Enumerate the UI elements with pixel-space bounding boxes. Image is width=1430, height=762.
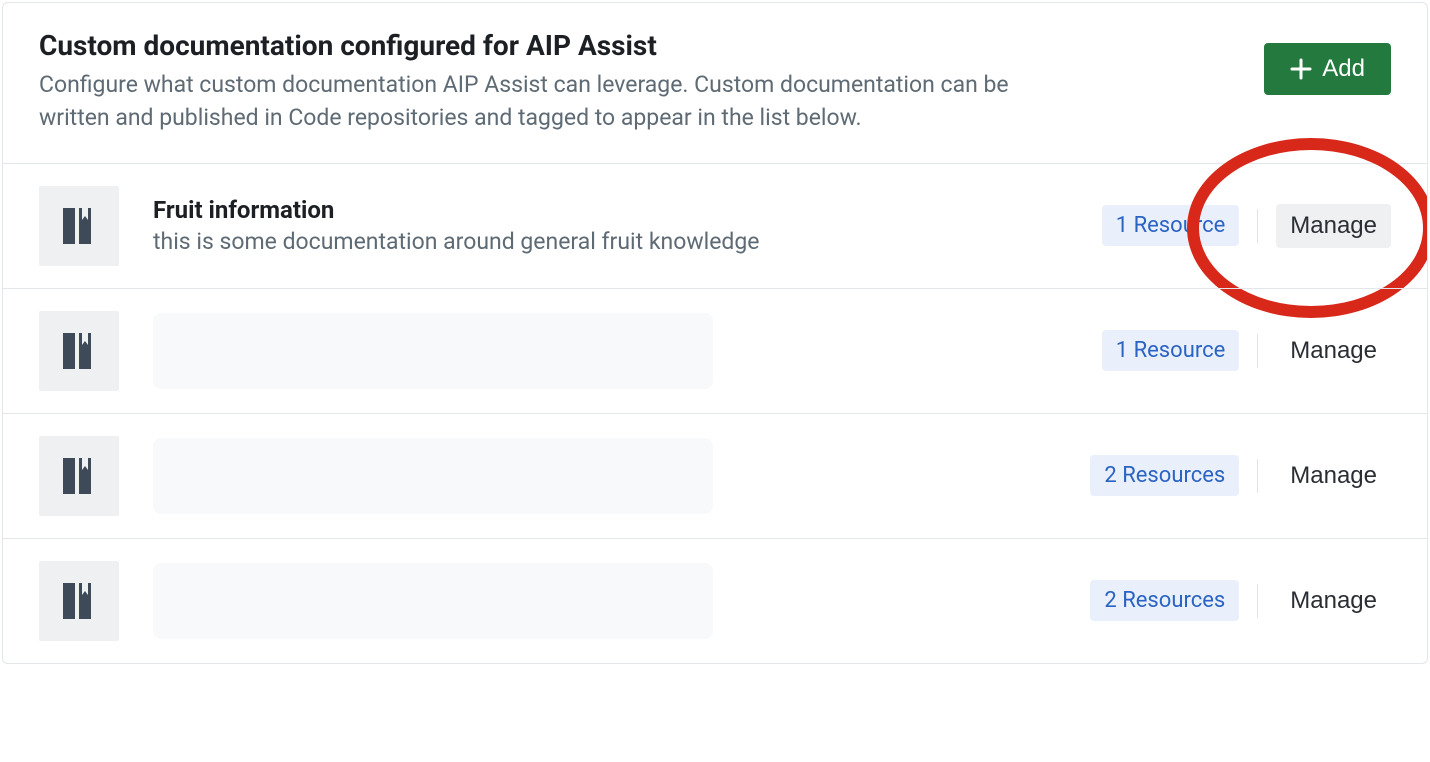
- manage-button[interactable]: Manage: [1276, 329, 1391, 373]
- vertical-divider: [1257, 584, 1258, 618]
- redacted-placeholder: [153, 438, 713, 514]
- row-body: [153, 313, 1102, 389]
- list-item: 2 Resources Manage: [3, 538, 1427, 663]
- row-actions: 2 Resources Manage: [1090, 579, 1391, 623]
- panel-header-text: Custom documentation configured for AIP …: [39, 29, 1039, 135]
- manage-button[interactable]: Manage: [1276, 579, 1391, 623]
- resource-count-chip[interactable]: 1 Resource: [1102, 330, 1240, 371]
- row-title: Fruit information: [153, 196, 1102, 224]
- add-button-label: Add: [1322, 55, 1365, 83]
- vertical-divider: [1257, 459, 1258, 493]
- row-actions: 1 Resource Manage: [1102, 329, 1391, 373]
- list-item: 1 Resource Manage: [3, 288, 1427, 413]
- book-icon: [39, 561, 119, 641]
- list-item: 2 Resources Manage: [3, 413, 1427, 538]
- row-actions: 1 Resource Manage: [1102, 204, 1391, 248]
- panel-title: Custom documentation configured for AIP …: [39, 29, 1039, 62]
- row-actions: 2 Resources Manage: [1090, 454, 1391, 498]
- row-body: Fruit information this is some documentat…: [153, 196, 1102, 255]
- row-body: [153, 563, 1090, 639]
- row-desc: this is some documentation around genera…: [153, 228, 1102, 255]
- panel-header: Custom documentation configured for AIP …: [3, 3, 1427, 163]
- vertical-divider: [1257, 334, 1258, 368]
- rows-container: Fruit information this is some documentat…: [3, 163, 1427, 663]
- redacted-placeholder: [153, 563, 713, 639]
- manage-button[interactable]: Manage: [1276, 454, 1391, 498]
- vertical-divider: [1257, 209, 1258, 243]
- book-icon: [39, 186, 119, 266]
- custom-docs-panel: Custom documentation configured for AIP …: [2, 2, 1428, 664]
- add-button[interactable]: Add: [1264, 43, 1391, 95]
- plus-icon: [1290, 58, 1312, 80]
- book-icon: [39, 311, 119, 391]
- resource-count-chip[interactable]: 2 Resources: [1090, 455, 1239, 496]
- panel-subtitle: Configure what custom documentation AIP …: [39, 68, 1039, 135]
- manage-button[interactable]: Manage: [1276, 204, 1391, 248]
- list-item: Fruit information this is some documentat…: [3, 163, 1427, 288]
- row-body: [153, 438, 1090, 514]
- resource-count-chip[interactable]: 1 Resource: [1102, 205, 1240, 246]
- resource-count-chip[interactable]: 2 Resources: [1090, 580, 1239, 621]
- book-icon: [39, 436, 119, 516]
- redacted-placeholder: [153, 313, 713, 389]
